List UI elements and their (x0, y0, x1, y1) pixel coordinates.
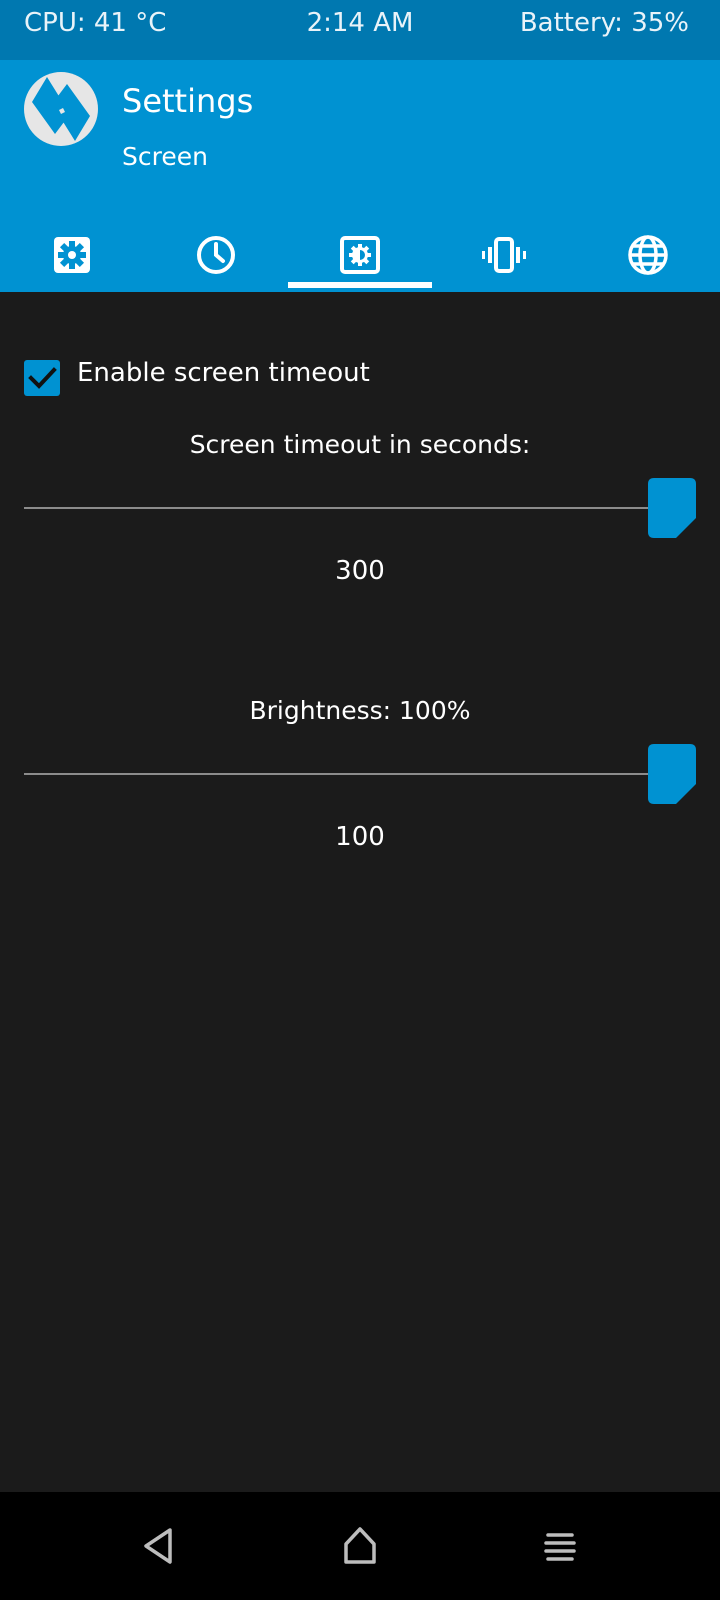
back-icon (144, 1528, 172, 1564)
tab-vibration[interactable] (432, 218, 576, 292)
tab-screen[interactable] (288, 218, 432, 292)
globe-icon (628, 235, 668, 275)
app-logo (24, 72, 98, 146)
slider-thumb[interactable] (648, 744, 696, 804)
screen-brightness-icon (340, 236, 380, 274)
tab-language[interactable] (576, 218, 720, 292)
page-subtitle: Screen (122, 142, 208, 171)
brightness-heading: Brightness: 100% (249, 696, 471, 725)
screen-timeout-heading: Screen timeout in seconds: (189, 430, 531, 459)
app-header: Settings Screen (0, 60, 720, 292)
gear-icon (54, 237, 90, 273)
clock-icon (197, 236, 235, 274)
menu-icon (544, 1533, 576, 1561)
slider-track (24, 507, 696, 509)
screen-settings-panel: Enable screen timeout Screen timeout in … (0, 292, 720, 1492)
screen-timeout-checkbox[interactable] (24, 360, 60, 396)
navigation-bar (0, 1492, 720, 1600)
tab-time[interactable] (144, 218, 288, 292)
brightness-slider[interactable] (24, 744, 696, 804)
active-tab-indicator (288, 282, 432, 288)
slider-thumb[interactable] (648, 478, 696, 538)
menu-button[interactable] (536, 1522, 584, 1570)
home-icon (344, 1527, 376, 1564)
page-title: Settings (122, 82, 254, 120)
screen-timeout-slider[interactable] (24, 478, 696, 538)
screen-timeout-value: 300 (335, 556, 385, 586)
vibration-icon (482, 237, 526, 273)
slider-track (24, 773, 696, 775)
checkmark-icon (28, 367, 57, 389)
status-bar: CPU: 41 °C 2:14 AM Battery: 35% (0, 0, 720, 60)
home-button[interactable] (336, 1522, 384, 1570)
settings-tabs (0, 218, 720, 292)
tab-general[interactable] (0, 218, 144, 292)
back-button[interactable] (136, 1522, 184, 1570)
battery-level: Battery: 35% (519, 8, 689, 38)
brightness-value: 100 (335, 822, 385, 852)
screen-timeout-checkbox-label[interactable]: Enable screen timeout (77, 358, 370, 388)
